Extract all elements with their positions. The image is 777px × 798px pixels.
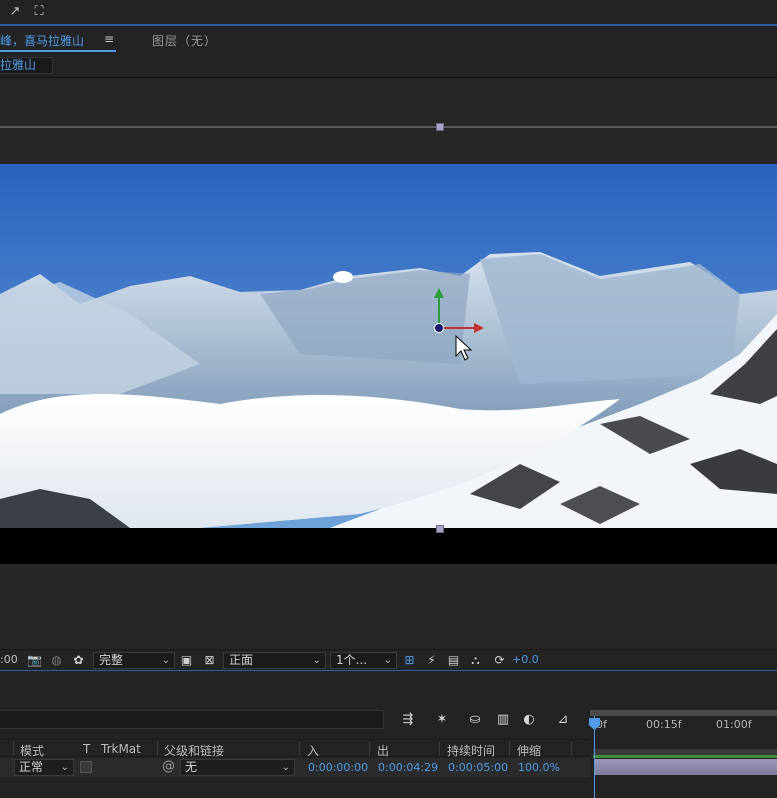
column-parent[interactable]: 父级和链接: [164, 742, 224, 759]
views-count-select[interactable]: 1个... ⌄: [330, 652, 397, 669]
active-tab-underline: [0, 50, 116, 52]
column-divider: [439, 741, 440, 756]
track-matte-checkbox[interactable]: [80, 761, 92, 773]
column-mode[interactable]: 模式: [20, 742, 44, 759]
column-in[interactable]: 入: [307, 742, 319, 759]
playhead-line[interactable]: [594, 716, 595, 798]
motion-blur-icon[interactable]: ◐: [519, 710, 539, 730]
bottom-handle[interactable]: [436, 525, 444, 533]
exposure-value[interactable]: +0.0: [512, 653, 539, 666]
show-snapshot-icon[interactable]: ◍: [49, 653, 64, 668]
transparency-grid-icon[interactable]: ⊠: [202, 653, 217, 668]
column-divider: [13, 741, 14, 756]
channel-icon[interactable]: ✿: [71, 653, 86, 668]
chevron-down-icon: ⌄: [161, 655, 170, 666]
frame-blending-icon[interactable]: ▥: [493, 710, 513, 730]
comp-flowchart-icon[interactable]: ⇶: [398, 710, 418, 730]
region-of-interest-icon[interactable]: ▣: [179, 653, 194, 668]
column-duration[interactable]: 持续时间: [447, 742, 495, 759]
layer-duration-bar[interactable]: [594, 759, 777, 775]
ruler-tick: 01:00f: [716, 718, 752, 731]
viewer-toolbar: :00 📷 ◍ ✿ 完整 ⌄ ▣ ⊠ 正面 ⌄ 1个... ⌄ ⊞ ⚡ ▤ ⛬ …: [0, 649, 777, 671]
parent-value: 无: [185, 760, 198, 774]
flowchart-icon[interactable]: ⛬: [468, 653, 483, 668]
column-header-row: 模式 T TrkMat 父级和链接 入 出 持续时间 伸缩: [0, 739, 590, 759]
column-divider: [571, 741, 572, 756]
shy-layers-icon[interactable]: ⛀: [465, 710, 485, 730]
panel-tabs: 峰，喜马拉雅山 ≡ 图层（无）: [0, 28, 777, 54]
chevron-down-icon: ⌄: [312, 655, 321, 666]
tab-menu-icon[interactable]: ≡: [104, 32, 114, 46]
blend-mode-value: 正常: [19, 760, 44, 774]
breadcrumb[interactable]: 拉雅山: [0, 57, 53, 74]
composition-viewer[interactable]: [0, 79, 777, 649]
chevron-down-icon: ⌄: [60, 762, 69, 773]
snap-tool-icon[interactable]: ⛶: [30, 3, 48, 21]
column-divider: [157, 741, 158, 756]
snapshot-icon[interactable]: 📷: [27, 653, 42, 668]
tab-composition[interactable]: 峰，喜马拉雅山: [0, 32, 84, 49]
comp-top-edge: [0, 126, 777, 128]
out-point[interactable]: 0:00:04:29: [378, 761, 438, 774]
column-t[interactable]: T: [83, 742, 90, 756]
current-time[interactable]: :00: [0, 653, 18, 666]
mountain-footage[interactable]: [0, 164, 777, 528]
views-count-value: 1个...: [336, 653, 368, 667]
work-area-bar[interactable]: [590, 710, 777, 716]
layer-search-input[interactable]: [0, 710, 384, 729]
ruler-tick: 00:15f: [646, 718, 682, 731]
timeline-icon[interactable]: ▤: [446, 653, 461, 668]
chevron-down-icon: ⌄: [281, 762, 290, 773]
top-handle[interactable]: [436, 123, 444, 131]
stretch-value[interactable]: 100.0%: [518, 761, 560, 774]
fast-preview-icon[interactable]: ⚡: [424, 653, 439, 668]
graph-editor-icon[interactable]: ⊿: [553, 710, 573, 730]
duration-value[interactable]: 0:00:05:00: [448, 761, 508, 774]
column-out[interactable]: 出: [377, 742, 389, 759]
render-cache-bar: [593, 755, 777, 758]
tab-layer[interactable]: 图层（无）: [152, 32, 217, 49]
arrow-tool-icon[interactable]: ↗: [6, 3, 24, 21]
draft-3d-icon[interactable]: ✶: [432, 710, 452, 730]
toggle-pixel-aspect-icon[interactable]: ⊞: [402, 653, 417, 668]
chevron-down-icon: ⌄: [383, 655, 392, 666]
time-ruler[interactable]: 0f 00:15f 01:00f: [590, 708, 777, 738]
resolution-value: 完整: [99, 653, 124, 667]
reset-exposure-icon[interactable]: ⟳: [492, 653, 507, 668]
column-stretch[interactable]: 伸缩: [517, 742, 541, 759]
timeline-panel: ⇶ ✶ ⛀ ▥ ◐ ⊿ 0f 00:15f 01:00f 模式 T TrkMat…: [0, 672, 777, 798]
column-divider: [369, 741, 370, 756]
top-toolbar: ↗ ⛶: [0, 0, 777, 26]
pick-whip-icon[interactable]: @: [162, 759, 175, 774]
blend-mode-select[interactable]: 正常 ⌄: [14, 759, 74, 776]
view-value: 正面: [229, 653, 254, 667]
in-point[interactable]: 0:00:00:00: [308, 761, 368, 774]
column-trkmat[interactable]: TrkMat: [101, 742, 141, 756]
resolution-select[interactable]: 完整 ⌄: [93, 652, 175, 669]
layer-row[interactable]: 正常 ⌄ @ 无 ⌄ 0:00:00:00 0:00:04:29 0:00:05…: [0, 758, 590, 777]
column-divider: [299, 741, 300, 756]
timeline-track-area[interactable]: [590, 739, 777, 798]
view-select[interactable]: 正面 ⌄: [223, 652, 326, 669]
column-divider: [509, 741, 510, 756]
comp-letterbox: [0, 528, 777, 564]
parent-select[interactable]: 无 ⌄: [180, 759, 295, 776]
breadcrumb-bar: 拉雅山: [0, 54, 777, 78]
